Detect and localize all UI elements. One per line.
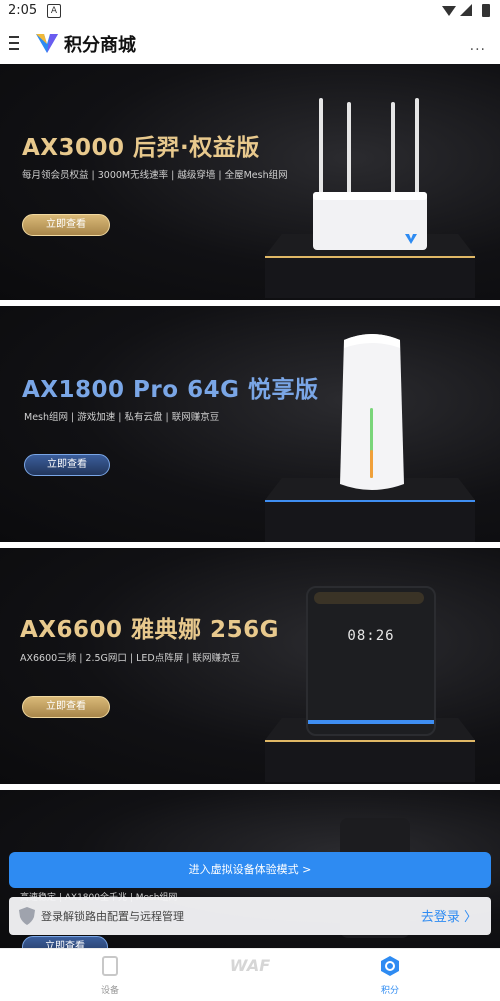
- tab-waf[interactable]: WAF: [220, 955, 280, 977]
- banner-title: AX6600 雅典娜 256G: [20, 617, 279, 643]
- view-now-button[interactable]: 立即查看: [24, 454, 110, 476]
- router-ax1800-image: [340, 334, 404, 490]
- login-link[interactable]: 去登录 〉: [421, 906, 477, 925]
- view-now-button[interactable]: 立即查看: [22, 936, 108, 948]
- banner-title: AX1800 Pro 64G 悦享版: [22, 377, 319, 403]
- notification-app-icon: A: [47, 4, 61, 18]
- waf-icon: WAF: [229, 956, 271, 975]
- wifi-icon: [442, 6, 456, 16]
- status-time: 2:05: [8, 3, 38, 18]
- tab-label: 设备: [100, 986, 119, 996]
- app-bar: 积分商城 ···: [0, 22, 500, 64]
- product-banner-ax6600[interactable]: AX6600 雅典娜 256G AX6600三频 | 2.5G网口 | LED点…: [0, 548, 500, 784]
- login-hint-text: 登录解锁路由配置与远程管理: [41, 910, 184, 923]
- page-title: 积分商城: [64, 35, 136, 56]
- signal-icon: [460, 4, 472, 16]
- banner-features: 每月领会员权益 | 3000M无线速率 | 越级穿墙 | 全屋Mesh组网: [22, 170, 288, 181]
- led-clock-display: 08:26: [347, 628, 395, 644]
- router-ax6600-image: 08:26: [306, 586, 436, 736]
- battery-icon: [482, 4, 490, 17]
- tab-devices[interactable]: 设备: [80, 955, 140, 996]
- brand-logo-icon: [36, 34, 58, 53]
- tab-points[interactable]: 积分: [360, 955, 420, 996]
- points-icon: [381, 956, 399, 976]
- banner-title: AX3000 后羿·权益版: [22, 135, 260, 161]
- shield-icon: [19, 907, 35, 925]
- router-ax3000-image: [313, 98, 427, 250]
- menu-icon[interactable]: [9, 36, 19, 50]
- banner-features: Mesh组网 | 游戏加速 | 私有云盘 | 联网赚京豆: [24, 412, 220, 423]
- banner-features: AX6600三频 | 2.5G网口 | LED点阵屏 | 联网赚京豆: [20, 653, 240, 664]
- product-banner-ax3000[interactable]: AX3000 后羿·权益版 每月领会员权益 | 3000M无线速率 | 越级穿墙…: [0, 64, 500, 300]
- device-icon: [102, 956, 118, 976]
- view-now-button[interactable]: 立即查看: [22, 696, 110, 718]
- product-banner-ax1800[interactable]: AX1800 Pro 64G 悦享版 Mesh组网 | 游戏加速 | 私有云盘 …: [0, 306, 500, 542]
- bottom-tab-bar: 设备 WAF 积分: [0, 948, 500, 1001]
- login-hint-bar: 登录解锁路由配置与远程管理 去登录 〉: [9, 897, 491, 935]
- tab-label: 积分: [380, 986, 399, 996]
- view-now-button[interactable]: 立即查看: [22, 214, 110, 236]
- more-options-icon[interactable]: ···: [470, 42, 486, 58]
- virtual-device-mode-button[interactable]: 进入虚拟设备体验模式 >: [9, 852, 491, 888]
- status-bar: 2:05 A: [0, 0, 500, 22]
